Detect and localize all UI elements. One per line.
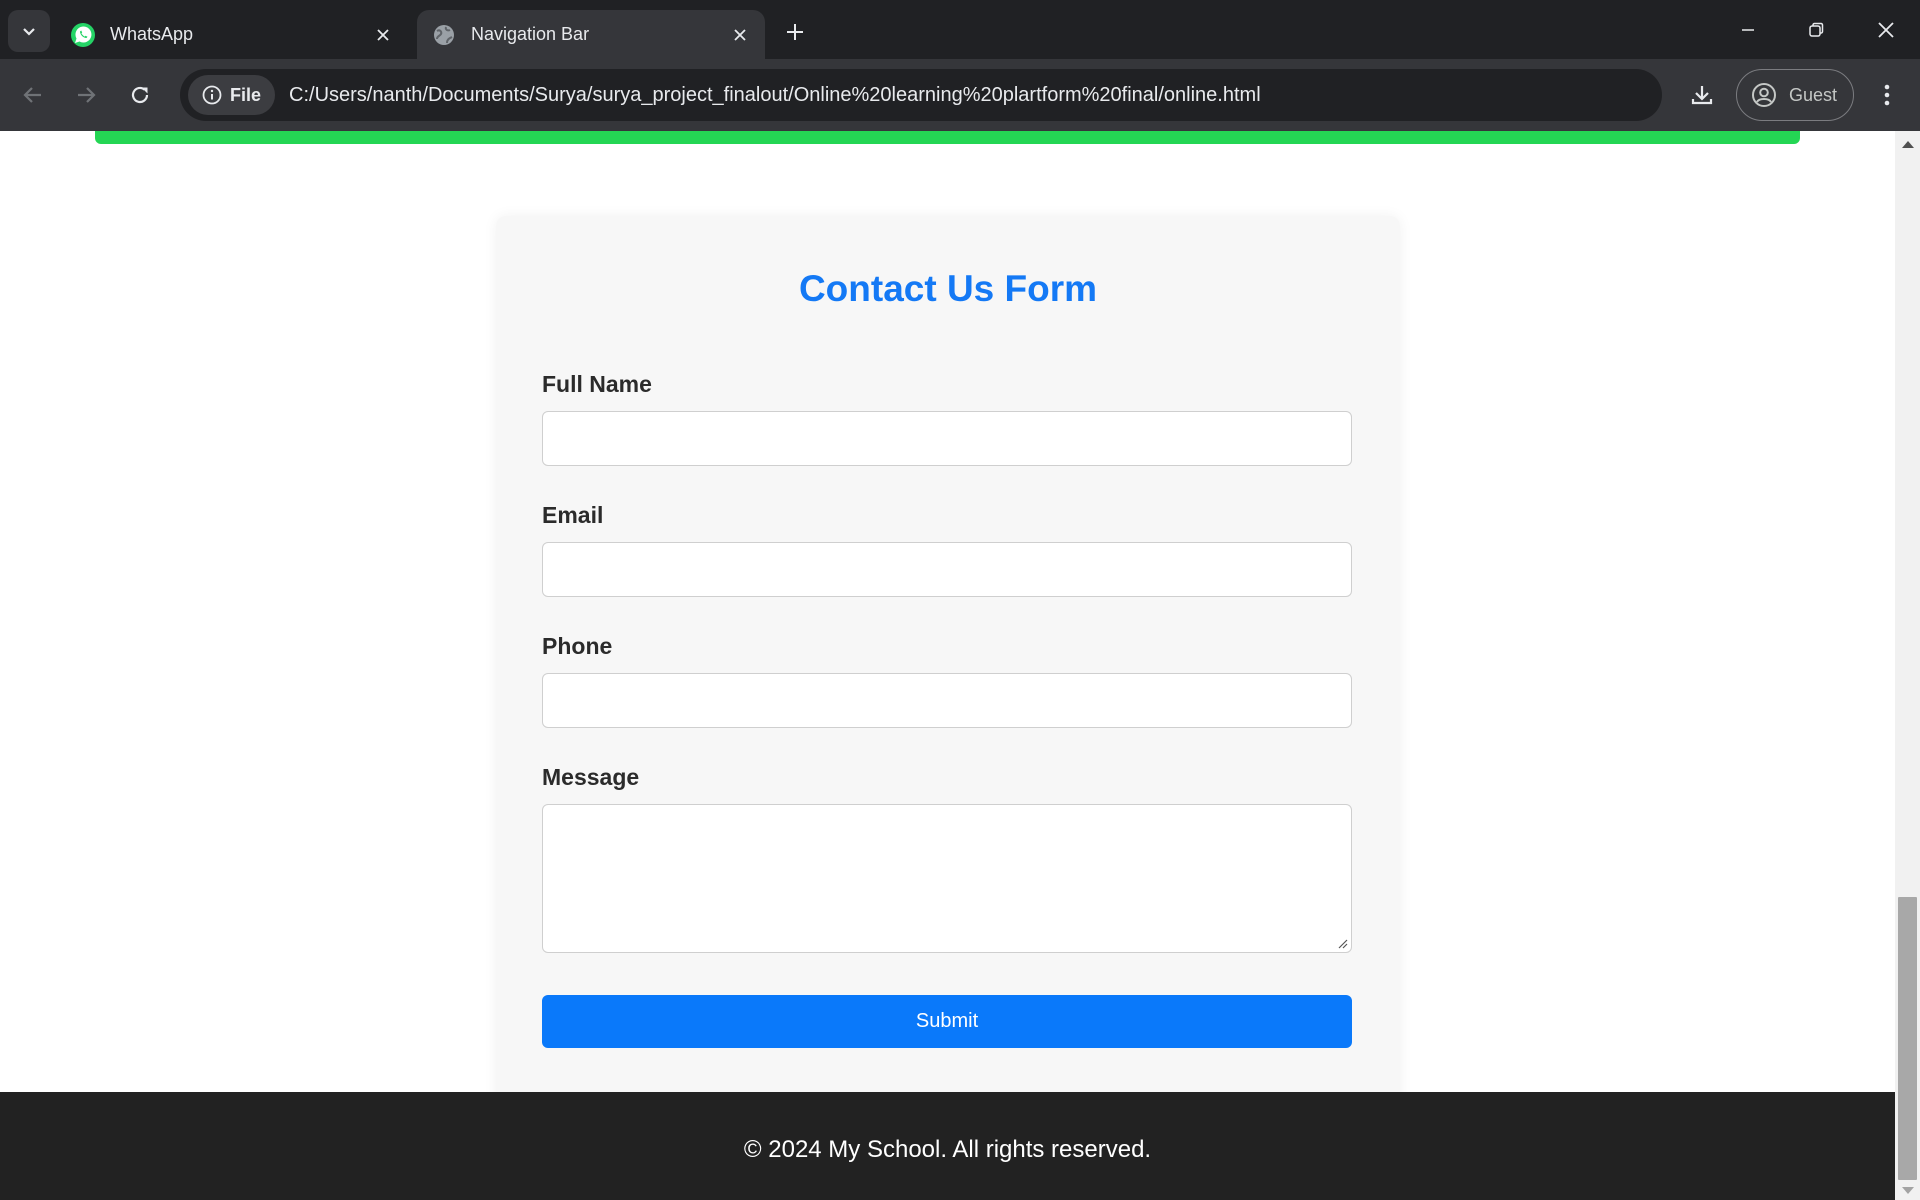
full-name-label: Full Name	[542, 371, 652, 397]
window-close-button[interactable]	[1852, 0, 1920, 59]
vertical-scrollbar[interactable]	[1895, 131, 1920, 1200]
arrow-right-icon	[78, 87, 96, 103]
menu-button[interactable]	[1867, 75, 1907, 115]
form-title: Contact Us Form	[798, 268, 1098, 309]
contact-form-card: Contact Us Form Full Name Email Phone Me…	[496, 216, 1400, 1121]
tab-title: WhatsApp	[110, 24, 194, 44]
back-button[interactable]	[13, 75, 53, 115]
scrollbar-thumb[interactable]	[1898, 897, 1917, 1180]
tab-navigation-bar[interactable]: Navigation Bar	[417, 10, 765, 59]
page-footer: © 2024 My School. All rights reserved.	[0, 1092, 1895, 1200]
profile-label: Guest	[1789, 84, 1838, 105]
browser-toolbar: File C:/Users/nanth/Documents/Surya/sury…	[0, 59, 1920, 131]
whatsapp-icon	[70, 22, 96, 48]
reload-icon	[131, 86, 149, 104]
message-textarea[interactable]	[542, 804, 1352, 953]
tab-whatsapp[interactable]: WhatsApp	[56, 10, 408, 59]
restore-icon	[1809, 22, 1824, 37]
downloads-button[interactable]	[1682, 75, 1722, 115]
tab-strip: WhatsApp Navigation Bar	[0, 0, 1920, 59]
close-icon	[1878, 21, 1894, 38]
scroll-up-arrow-icon[interactable]	[1902, 141, 1914, 148]
footer-copyright: © 2024 My School. All rights reserved.	[743, 1136, 1152, 1163]
minimize-icon	[1742, 28, 1754, 31]
info-icon	[202, 85, 222, 105]
arrow-left-icon	[23, 87, 41, 103]
profile-button[interactable]: Guest	[1736, 69, 1854, 121]
download-icon	[1691, 86, 1713, 105]
top-banner-bar	[95, 131, 1800, 144]
message-label: Message	[542, 764, 640, 790]
email-label: Email	[542, 502, 604, 528]
account-icon	[1752, 83, 1776, 107]
tab-search-button[interactable]	[8, 10, 50, 52]
close-icon[interactable]	[725, 20, 755, 50]
url-text[interactable]: C:/Users/nanth/Documents/Surya/surya_pro…	[289, 84, 1261, 107]
phone-input[interactable]	[542, 673, 1352, 728]
site-info-chip[interactable]: File	[188, 75, 276, 115]
more-vertical-icon	[1884, 84, 1890, 106]
page-viewport: Contact Us Form Full Name Email Phone Me…	[0, 131, 1895, 1200]
site-chip-label: File	[230, 84, 262, 105]
minimize-button[interactable]	[1714, 0, 1782, 59]
email-input[interactable]	[542, 542, 1352, 597]
resize-grip-icon[interactable]	[1336, 937, 1348, 949]
reload-button[interactable]	[120, 75, 160, 115]
new-tab-button[interactable]	[776, 13, 814, 51]
plus-icon	[787, 24, 803, 40]
scroll-down-arrow-icon[interactable]	[1902, 1187, 1914, 1194]
phone-label: Phone	[542, 633, 613, 659]
close-icon[interactable]	[368, 20, 398, 50]
restore-button[interactable]	[1782, 0, 1850, 59]
address-bar[interactable]: File C:/Users/nanth/Documents/Surya/sury…	[180, 69, 1662, 121]
chevron-down-icon	[23, 28, 35, 36]
globe-icon	[431, 22, 457, 48]
submit-button[interactable]: Submit	[542, 995, 1352, 1048]
tab-title: Navigation Bar	[471, 24, 590, 44]
forward-button[interactable]	[66, 75, 106, 115]
full-name-input[interactable]	[542, 411, 1352, 466]
